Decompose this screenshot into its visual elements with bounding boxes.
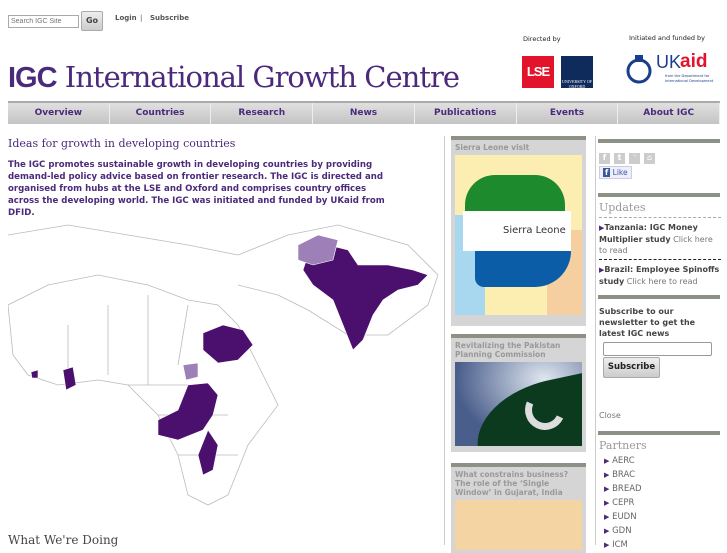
- divider: [599, 217, 721, 218]
- region-uganda: [182, 362, 199, 381]
- partner-link[interactable]: ▶ BRAC: [604, 470, 635, 480]
- region-sierra-leone: [30, 369, 39, 379]
- region-mozambique: [197, 429, 219, 476]
- divider-bar: [598, 295, 720, 299]
- divider: [444, 136, 445, 545]
- feature-sierra-leone[interactable]: Sierra Leone visit Sierra Leone: [451, 136, 586, 326]
- ukaid-sub: from the Department for International De…: [665, 74, 714, 83]
- intro-heading: Ideas for growth in developing countries: [8, 137, 236, 150]
- newsletter-email-input[interactable]: [603, 342, 712, 356]
- close-link[interactable]: Close: [599, 411, 621, 420]
- ukaid-logo[interactable]: UK aid from the Department for Internati…: [624, 51, 720, 88]
- sierra-leone-map-image: Sierra Leone: [455, 155, 582, 315]
- lse-logo[interactable]: LSE: [522, 56, 554, 88]
- main-nav: Overview Countries Research News Publica…: [8, 101, 721, 124]
- divider-bar: [598, 193, 720, 197]
- partner-link[interactable]: ▶ GDN: [604, 526, 632, 536]
- update-item[interactable]: ▶Tanzania: IGC Money Multiplier study Cl…: [599, 222, 721, 256]
- go-button[interactable]: Go: [81, 11, 103, 31]
- separator: |: [140, 14, 143, 22]
- crest-icon: [626, 55, 652, 84]
- nav-countries[interactable]: Countries: [110, 103, 212, 124]
- region-ethiopia: [202, 324, 254, 364]
- logo-abbr: IGC: [8, 62, 58, 94]
- map-label: Sierra Leone: [503, 225, 566, 236]
- social-icons: f t ◝ ⌂: [599, 153, 655, 164]
- subscribe-button[interactable]: Subscribe: [603, 357, 660, 378]
- ukaid-aid: aid: [680, 51, 708, 72]
- facebook-like-button[interactable]: f Like: [599, 166, 632, 179]
- divider: [599, 259, 721, 260]
- nav-events[interactable]: Events: [517, 103, 619, 124]
- home-icon[interactable]: ⌂: [644, 153, 655, 164]
- divider: [595, 136, 596, 545]
- updates-heading: Updates: [599, 201, 646, 214]
- nav-about[interactable]: About IGC: [618, 103, 721, 124]
- divider-bar: [598, 431, 720, 435]
- partner-link[interactable]: ▶ BREAD: [604, 484, 642, 494]
- region-ghana: [62, 366, 77, 391]
- newsletter-text: Subscribe to our newsletter to get the l…: [599, 307, 696, 338]
- region-afghanistan: [297, 234, 339, 266]
- site-logo[interactable]: IGC International Growth Centre: [8, 60, 460, 95]
- logo-name: International Growth Centre: [64, 60, 460, 94]
- login-link[interactable]: Login: [115, 14, 137, 22]
- subscribe-link[interactable]: Subscribe: [150, 14, 189, 22]
- nav-news[interactable]: News: [313, 103, 415, 124]
- feature-pakistan[interactable]: Revitalizing the Pakistan Planning Commi…: [451, 334, 586, 452]
- nav-overview[interactable]: Overview: [8, 103, 110, 124]
- update-item[interactable]: ▶Brazil: Employee Spinoffs study Click h…: [599, 264, 721, 287]
- india-map-image: [455, 500, 582, 550]
- ukaid-uk: UK: [656, 52, 682, 72]
- oxford-logo[interactable]: UNIVERSITY OF OXFORD: [561, 56, 593, 89]
- feature-title: Revitalizing the Pakistan Planning Commi…: [455, 341, 561, 359]
- partners-heading: Partners: [599, 439, 647, 452]
- country-map[interactable]: [8, 215, 438, 515]
- pakistan-flag-image: [455, 362, 582, 446]
- partner-link[interactable]: ▶ AERC: [604, 456, 635, 466]
- search-input[interactable]: [8, 15, 79, 28]
- feature-gujarat[interactable]: What constrains business? The role of th…: [451, 463, 586, 553]
- intro-text: The IGC promotes sustainable growth in d…: [8, 160, 385, 218]
- facebook-icon[interactable]: f: [599, 153, 610, 164]
- divider-bar: [598, 139, 720, 143]
- nav-publications[interactable]: Publications: [415, 103, 517, 124]
- like-label: Like: [612, 168, 628, 177]
- partner-link[interactable]: ▶ ICM: [604, 540, 628, 550]
- facebook-icon: f: [603, 168, 611, 177]
- nav-research[interactable]: Research: [211, 103, 314, 124]
- directed-by-label: Directed by: [523, 35, 561, 43]
- rss-icon[interactable]: ◝: [629, 153, 640, 164]
- partner-link[interactable]: ▶ EUDN: [604, 512, 637, 522]
- partner-link[interactable]: ▶ CEPR: [604, 498, 634, 508]
- feature-title: What constrains business? The role of th…: [455, 470, 569, 497]
- funded-by-label: Initiated and funded by: [629, 34, 706, 42]
- twitter-icon[interactable]: t: [614, 153, 625, 164]
- update-link[interactable]: Click here to read: [627, 277, 698, 286]
- oxford-label: UNIVERSITY OF OXFORD: [562, 79, 592, 89]
- feature-title: Sierra Leone visit: [455, 143, 530, 152]
